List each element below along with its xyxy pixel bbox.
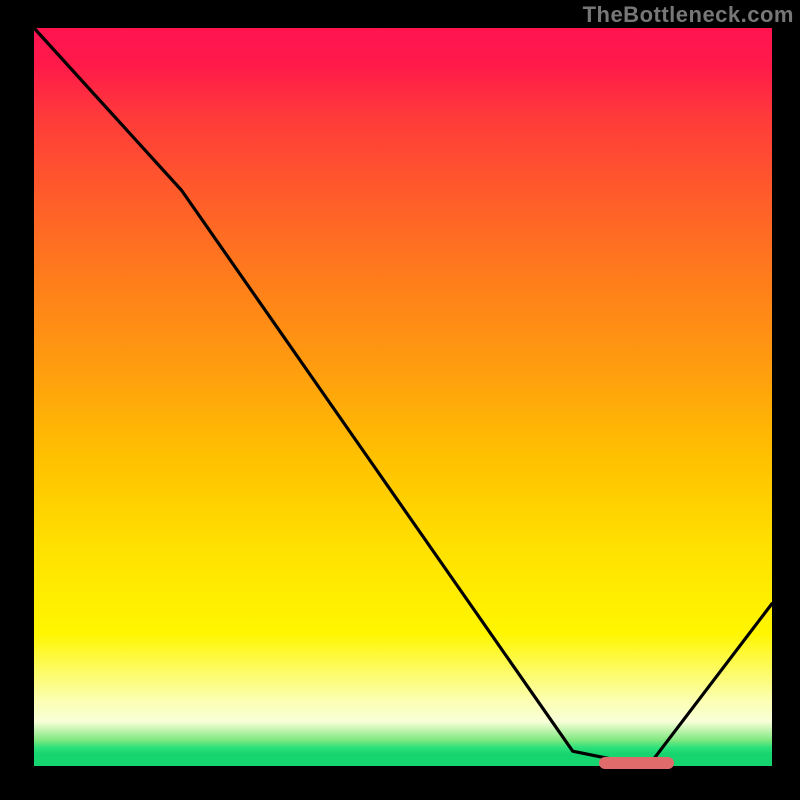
watermark-text: TheBottleneck.com	[583, 2, 794, 28]
line-plot	[34, 28, 772, 766]
highlight-marker	[599, 757, 673, 769]
plot-curve	[34, 28, 772, 759]
chart-container: TheBottleneck.com	[0, 0, 800, 800]
plot-area	[28, 28, 772, 772]
